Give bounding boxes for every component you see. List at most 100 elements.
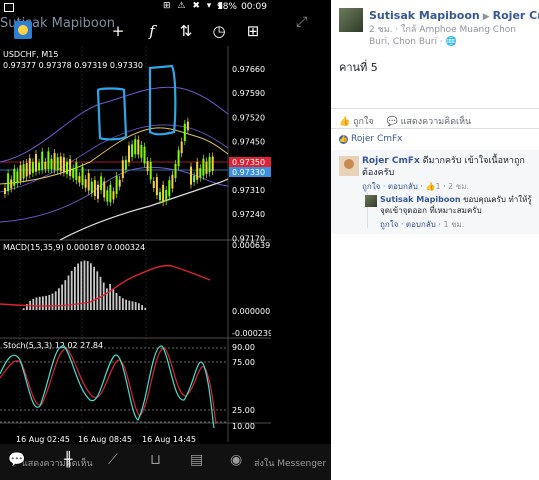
candle-body — [208, 156, 211, 173]
share-action-label[interactable]: ส่งใน Messenger — [254, 456, 326, 470]
candle-body — [193, 175, 196, 183]
mt4-phone-screen: ⊞ ⚠ ✖ ▾ ▮ 98% 00:09 Sutisak Mapiboon + f… — [0, 0, 331, 480]
candle-body — [78, 176, 81, 183]
candle-body — [131, 144, 134, 157]
candle-body — [149, 161, 152, 180]
price-tick-label: 0.97660 — [232, 65, 265, 74]
candle-body — [106, 190, 109, 202]
new-order-icon[interactable]: ⊞ — [242, 20, 264, 42]
post-meta: 2 ชม. · ใกล้ Amphoe Muang Chon Buri, Cho… — [369, 25, 516, 47]
candle-body — [66, 161, 68, 175]
candle-body — [199, 168, 202, 178]
candle-body — [124, 159, 127, 170]
candle-body — [180, 141, 183, 154]
candle-body — [13, 168, 16, 186]
comment-like-count: 1 — [435, 182, 441, 191]
candle-body — [31, 162, 34, 173]
stoch-label: Stoch(5,3,3) 12.02 27.84 — [3, 341, 103, 350]
candle-body — [103, 181, 106, 198]
macd-panel: MACD(15,35,9) 0.000187 0.000324 0.000639… — [0, 241, 271, 338]
macd-bar — [96, 271, 99, 310]
comment-button[interactable]: 💬 แสดงความคิดเห็น — [387, 117, 472, 127]
comment: Rojer CmFx ดีมากครับ เข้าใจเนื้อหาถูกต้อ… — [362, 155, 537, 179]
current-price-blue: 0.97330 — [232, 168, 265, 177]
symbol-label: USDCHF, M15 — [3, 50, 58, 59]
candle-body — [109, 184, 112, 203]
comment-like-link[interactable]: ถูกใจ — [362, 182, 380, 191]
status-bar: ⊞ ⚠ ✖ ▾ ▮ 98% 00:09 — [0, 0, 271, 14]
macd-tick-label: 0.000639 — [232, 241, 270, 250]
replier-name[interactable]: Sutisak Mapiboon — [380, 195, 461, 204]
candle-body — [171, 174, 174, 189]
candle-body — [174, 163, 177, 179]
reactor-name[interactable]: Rojer CmFx — [351, 134, 403, 144]
macd-bar — [109, 283, 111, 310]
candle-body — [72, 168, 75, 178]
history-icon[interactable]: ▤ — [190, 452, 203, 468]
candlestick-icon[interactable]: ╫ — [64, 452, 72, 468]
stoch-tick-label: 75.00 — [232, 358, 255, 367]
reaction-summary[interactable]: 👍 Rojer CmFx — [339, 134, 403, 144]
macd-bar — [54, 291, 57, 310]
candle-body — [28, 158, 31, 175]
macd-bar — [42, 296, 44, 310]
divider — [331, 108, 539, 109]
candle-body — [140, 144, 143, 158]
divider — [331, 128, 539, 129]
macd-bar — [122, 298, 124, 310]
candle-body — [155, 177, 158, 196]
reply: Sutisak Mapiboon ขอบคุณครับ ทำให้รู้จุดเ… — [380, 194, 537, 216]
macd-bar — [134, 302, 137, 310]
price-tick-label: 0.97310 — [232, 186, 265, 195]
macd-label: MACD(15,35,9) 0.000187 0.000324 — [3, 243, 145, 252]
macd-bar — [106, 288, 108, 310]
comment-action-label[interactable]: แสดงความคิดเห็น — [22, 456, 93, 470]
candle-body — [69, 159, 72, 176]
reply-reply-link[interactable]: ตอบกลับ — [406, 220, 436, 229]
avatar[interactable] — [339, 156, 359, 176]
candle-body — [47, 151, 50, 170]
macd-bar — [141, 305, 143, 310]
macd-bar — [77, 263, 79, 310]
candle-body — [44, 161, 47, 170]
chart-icon[interactable]: ⟋ — [108, 452, 118, 468]
macd-bar — [58, 288, 60, 310]
poster-name[interactable]: Sutisak Mapiboon — [369, 9, 480, 22]
reply-like-link[interactable]: ถูกใจ — [380, 220, 398, 229]
commenter-name[interactable]: Rojer CmFx — [362, 156, 420, 166]
candle-body — [112, 191, 115, 200]
arrow-icon: ▶ — [482, 12, 490, 22]
target-name[interactable]: Rojer CmFx — [493, 9, 539, 22]
status-icons: ⊞ ⚠ ✖ ▾ ▮ — [163, 1, 226, 11]
reply-actions: ถูกใจ · ตอบกลับ · 1 ชม. — [380, 220, 465, 229]
macd-bar — [32, 298, 35, 310]
inbox-icon[interactable]: ⊔ — [150, 452, 161, 468]
stoch-tick-label: 10.00 — [232, 422, 255, 431]
candle-body — [159, 192, 161, 201]
facebook-post: Sutisak Mapiboon▶Rojer CmFx 2 ชม. · ใกล้… — [331, 0, 539, 480]
avatar[interactable] — [365, 195, 377, 207]
crosshair-icon[interactable]: + — [107, 20, 129, 42]
price-tick-label: 0.97240 — [232, 210, 265, 219]
candle-body — [16, 171, 19, 184]
candle-body — [56, 157, 59, 171]
screenshot-icon — [4, 3, 14, 12]
messenger-icon[interactable]: ◉ — [230, 452, 242, 468]
expand-icon[interactable]: ⤢ — [296, 14, 307, 30]
price-chart[interactable]: USDCHF, M15 0.97377 0.97378 0.97319 0.97… — [0, 44, 271, 444]
comment-reply-link[interactable]: ตอบกลับ — [388, 182, 418, 191]
macd-bar — [138, 303, 140, 310]
candle-body — [165, 189, 168, 202]
avatar[interactable] — [339, 8, 363, 32]
objects-icon[interactable]: ⇅ — [175, 20, 197, 42]
time-label: 16 Aug 14:45 — [142, 435, 196, 444]
timeframe-icon[interactable]: ◷ — [208, 20, 230, 42]
candle-body — [93, 180, 96, 197]
candle-body — [211, 156, 214, 172]
post-header: Sutisak Mapiboon▶Rojer CmFx — [369, 9, 539, 22]
stoch-tick-label: 25.00 — [232, 406, 255, 415]
indicator-icon[interactable]: f — [141, 20, 163, 42]
macd-bar — [51, 293, 54, 310]
like-button[interactable]: 👍 ถูกใจ — [339, 117, 374, 127]
candle-body — [205, 161, 208, 174]
